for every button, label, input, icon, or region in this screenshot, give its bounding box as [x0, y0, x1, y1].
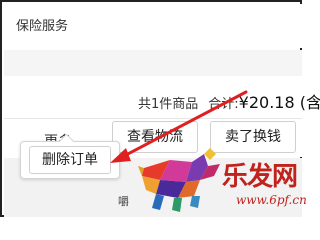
red-arrow-annotation — [110, 90, 248, 163]
